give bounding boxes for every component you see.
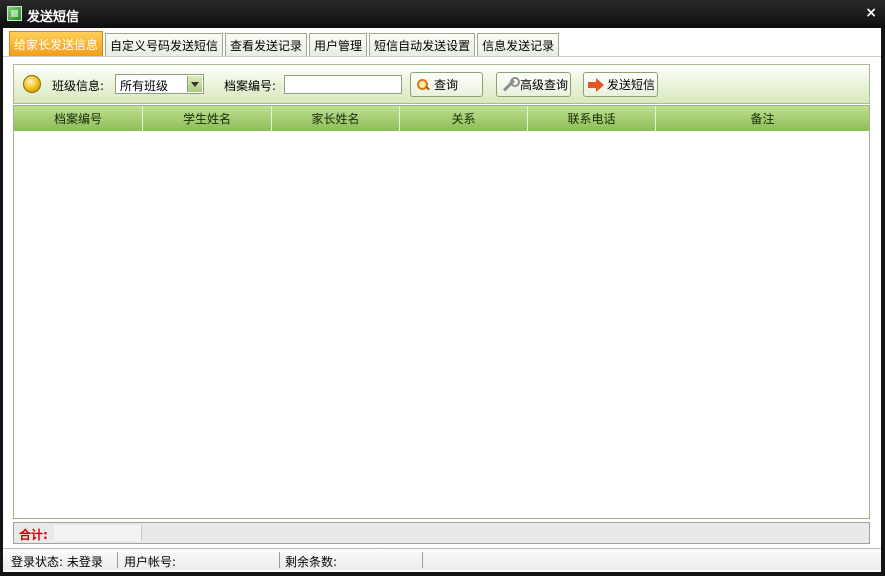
chevron-down-icon[interactable] xyxy=(187,76,202,92)
column-header-relationship[interactable]: 关系 xyxy=(400,106,528,131)
status-bar: 登录状态: 未登录 用户帐号: 剩余条数: xyxy=(3,548,881,570)
close-button[interactable]: × xyxy=(865,5,877,21)
column-header-phone[interactable]: 联系电话 xyxy=(528,106,656,131)
tab-message-send-log[interactable]: 信息发送记录 xyxy=(477,33,560,57)
class-label: 班级信息: xyxy=(52,79,105,93)
title-bar[interactable]: 发送短信 × xyxy=(0,0,885,28)
records-table[interactable]: 档案编号 学生姓名 家长姓名 关系 联系电话 备注 xyxy=(13,105,870,519)
tab-divider xyxy=(3,56,881,57)
status-divider xyxy=(279,552,280,568)
send-sms-button-label: 发送短信 xyxy=(607,78,656,92)
tab-custom-number-sms[interactable]: 自定义号码发送短信 xyxy=(105,33,224,57)
query-button-label: 查询 xyxy=(434,78,459,92)
tab-bar: 给家长发送信息 自定义号码发送短信 查看发送记录 用户管理 短信自动发送设置 信… xyxy=(9,31,561,57)
advanced-query-button-label: 高级查询 xyxy=(520,78,569,92)
filter-toolbar: 班级信息: 所有班级 档案编号: 查询 高级查询 发送短信 xyxy=(13,64,870,104)
class-select-value: 所有班级 xyxy=(120,79,169,93)
tab-user-management[interactable]: 用户管理 xyxy=(309,33,368,57)
tab-view-send-records[interactable]: 查看发送记录 xyxy=(225,33,308,57)
app-icon xyxy=(7,6,22,21)
main-window: 发送短信 × 给家长发送信息 自定义号码发送短信 查看发送记录 用户管理 短信自… xyxy=(0,0,885,576)
tab-send-to-parents[interactable]: 给家长发送信息 xyxy=(9,31,104,57)
tab-auto-send-settings[interactable]: 短信自动发送设置 xyxy=(369,33,476,57)
total-value xyxy=(54,525,142,541)
client-area: 给家长发送信息 自定义号码发送短信 查看发送记录 用户管理 短信自动发送设置 信… xyxy=(3,28,881,572)
table-header: 档案编号 学生姓名 家长姓名 关系 联系电话 备注 xyxy=(14,106,869,131)
column-header-parent-name[interactable]: 家长姓名 xyxy=(272,106,400,131)
window-title: 发送短信 xyxy=(27,10,80,25)
file-no-input[interactable] xyxy=(284,75,402,94)
total-label: 合计: xyxy=(19,528,48,542)
column-header-student-name[interactable]: 学生姓名 xyxy=(143,106,272,131)
status-divider xyxy=(117,552,118,568)
file-no-label: 档案编号: xyxy=(224,79,277,93)
advanced-query-button[interactable]: 高级查询 xyxy=(496,72,571,97)
send-sms-button[interactable]: 发送短信 xyxy=(583,72,658,97)
lamp-icon xyxy=(23,75,41,93)
wrench-icon xyxy=(501,76,520,93)
login-status: 登录状态: 未登录 xyxy=(11,555,103,569)
status-divider xyxy=(422,552,423,568)
search-icon xyxy=(415,77,431,93)
user-account: 用户帐号: xyxy=(124,555,177,569)
query-button[interactable]: 查询 xyxy=(410,72,483,97)
arrow-right-icon xyxy=(588,77,604,93)
summary-bar: 合计: xyxy=(13,522,870,544)
remaining-count: 剩余条数: xyxy=(285,555,338,569)
column-header-file-no[interactable]: 档案编号 xyxy=(14,106,143,131)
column-header-notes[interactable]: 备注 xyxy=(656,106,869,131)
class-select[interactable]: 所有班级 xyxy=(115,74,204,94)
